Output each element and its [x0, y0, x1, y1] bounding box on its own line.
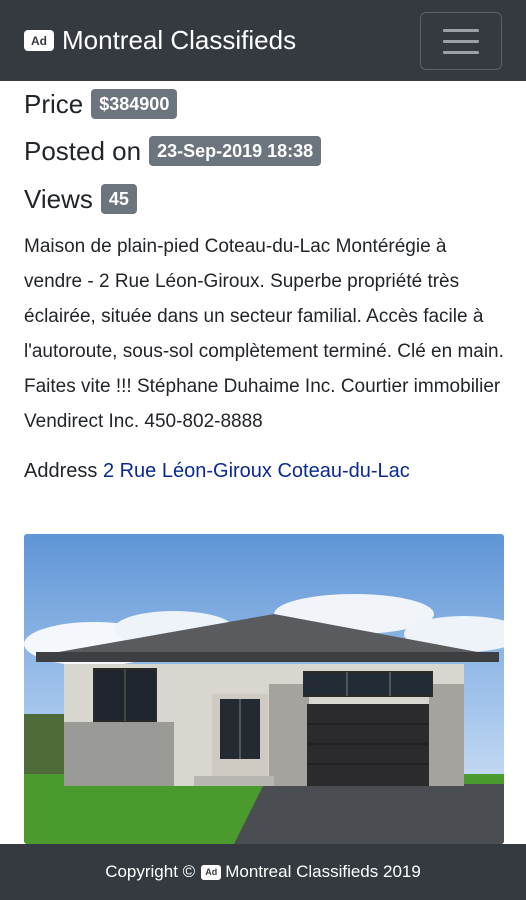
- footer: Copyright © Ad Montreal Classifieds 2019: [0, 844, 526, 900]
- ad-icon: Ad: [24, 30, 54, 51]
- price-badge: $384900: [91, 89, 178, 119]
- price-row: Price $384900: [24, 85, 504, 123]
- listing-description: Maison de plain-pied Coteau-du-Lac Monté…: [24, 236, 504, 432]
- brand-name: Montreal Classifieds: [62, 25, 297, 55]
- hamburger-menu-icon: [443, 28, 479, 32]
- menu-toggle-button[interactable]: [420, 12, 502, 70]
- copyright-prefix: Copyright ©: [105, 862, 196, 881]
- listing-details: Price $384900 Posted on 23-Sep-2019 18:3…: [24, 81, 504, 485]
- navbar: Ad Montreal Classifieds: [0, 0, 526, 81]
- address-label: Address: [24, 460, 98, 482]
- views-badge: 45: [100, 184, 137, 214]
- posted-row: Posted on 23-Sep-2019 18:38: [24, 131, 504, 171]
- address-row: Address 2 Rue Léon-Giroux Coteau-du-Lac: [24, 457, 504, 485]
- ad-icon: Ad: [201, 864, 222, 880]
- hamburger-menu-icon: [443, 50, 479, 54]
- brand-link[interactable]: Ad Montreal Classifieds: [24, 25, 296, 56]
- house-photo-image: [24, 534, 504, 844]
- footer-text: Montreal Classifieds 2019: [225, 862, 421, 881]
- address-link[interactable]: 2 Rue Léon-Giroux Coteau-du-Lac: [103, 460, 410, 482]
- hamburger-menu-icon: [443, 39, 479, 43]
- price-label: Price: [24, 88, 84, 119]
- posted-label: Posted on: [24, 135, 142, 166]
- posted-date-badge: 23-Sep-2019 18:38: [149, 136, 322, 166]
- views-row: Views 45: [24, 179, 504, 219]
- views-label: Views: [24, 183, 93, 214]
- listing-photo[interactable]: [24, 534, 504, 844]
